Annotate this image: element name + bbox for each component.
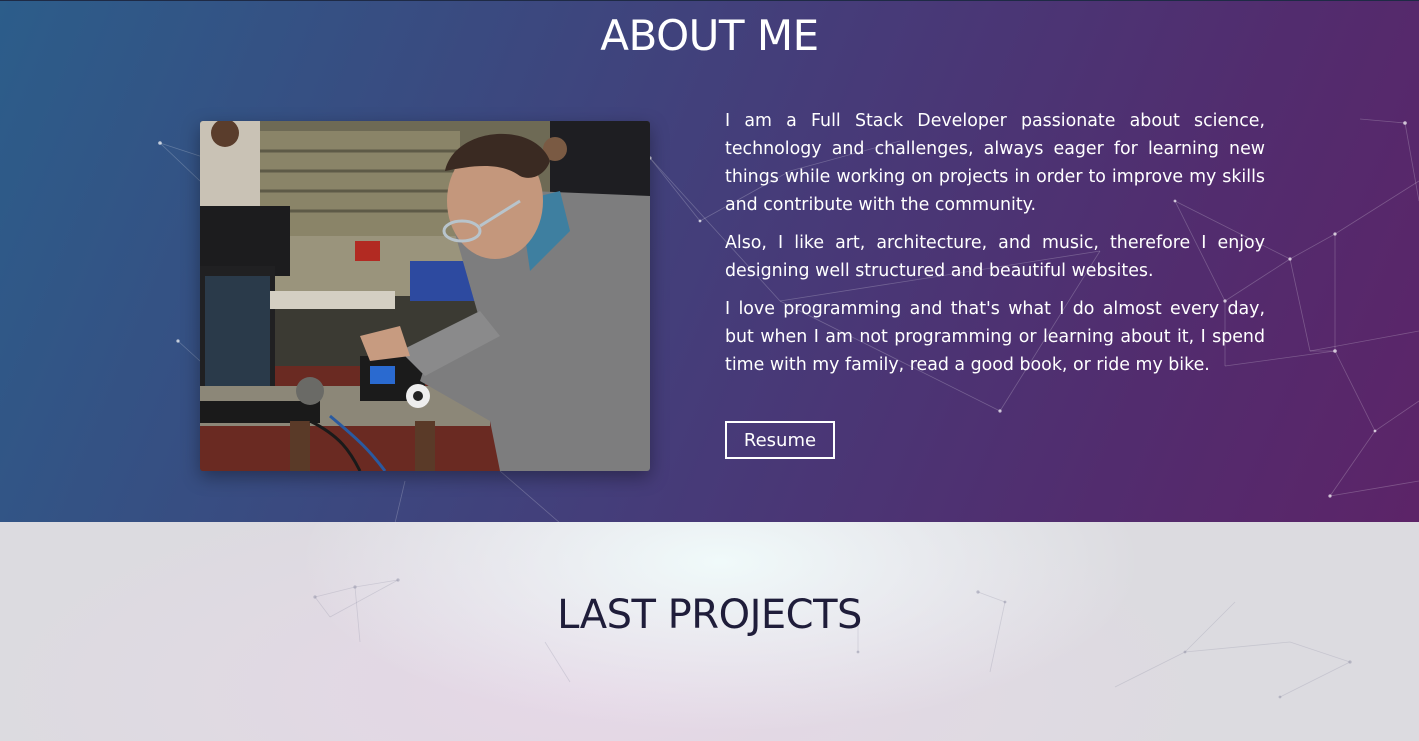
about-section: ABOUT ME I am a Full Stack Developer pas… [0,0,1419,523]
resume-button[interactable]: Resume [725,421,835,459]
profile-photo [200,121,650,471]
projects-section: LAST PROJECTS [0,522,1419,741]
projects-title: LAST PROJECTS [557,592,862,638]
bio-paragraph-3: I love programming and that's what I do … [725,299,1265,375]
profile-photo-illustration [200,121,650,471]
bio-paragraph-1: I am a Full Stack Developer passionate a… [725,111,1265,215]
bio-paragraph-2: Also, I like art, architecture, and musi… [725,233,1265,281]
about-title: ABOUT ME [600,11,819,60]
about-bio: I am a Full Stack Developer passionate a… [725,107,1265,389]
